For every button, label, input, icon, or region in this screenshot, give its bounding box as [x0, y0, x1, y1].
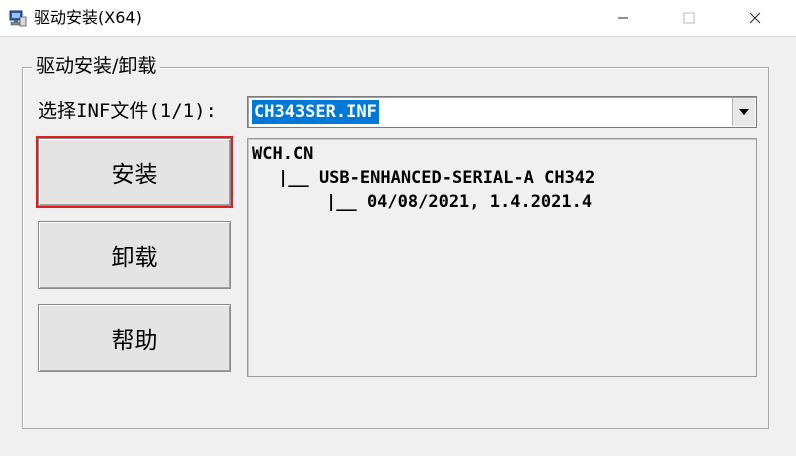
- uninstall-button[interactable]: 卸载: [38, 221, 231, 289]
- inf-file-select[interactable]: CH343SER.INF: [247, 96, 757, 128]
- maximize-icon: [683, 12, 695, 24]
- help-button[interactable]: 帮助: [38, 304, 231, 372]
- driver-info-panel: WCH.CN |__ USB-ENHANCED-SERIAL-A CH342 |…: [247, 138, 757, 377]
- dropdown-button[interactable]: [732, 98, 755, 126]
- title-bar: 驱动安装(X64): [0, 0, 796, 37]
- close-button[interactable]: [732, 0, 778, 36]
- window-title: 驱动安装(X64): [34, 8, 142, 27]
- group-legend: 驱动安装/卸载: [32, 53, 161, 79]
- chevron-down-icon: [739, 109, 749, 115]
- inf-file-label: 选择INF文件(1/1):: [38, 100, 217, 122]
- maximize-button[interactable]: [666, 0, 712, 36]
- info-line-version: |__ 04/08/2021, 1.4.2021.4: [326, 192, 593, 212]
- info-line-device: |__ USB-ENHANCED-SERIAL-A CH342: [278, 168, 596, 188]
- install-button[interactable]: 安装: [36, 136, 233, 208]
- inf-selected-value: CH343SER.INF: [252, 100, 379, 124]
- close-icon: [749, 12, 761, 24]
- info-line-vendor: WCH.CN: [252, 144, 314, 164]
- installer-app-icon: [9, 10, 27, 27]
- minimize-icon: [618, 17, 628, 19]
- minimize-button[interactable]: [600, 0, 646, 36]
